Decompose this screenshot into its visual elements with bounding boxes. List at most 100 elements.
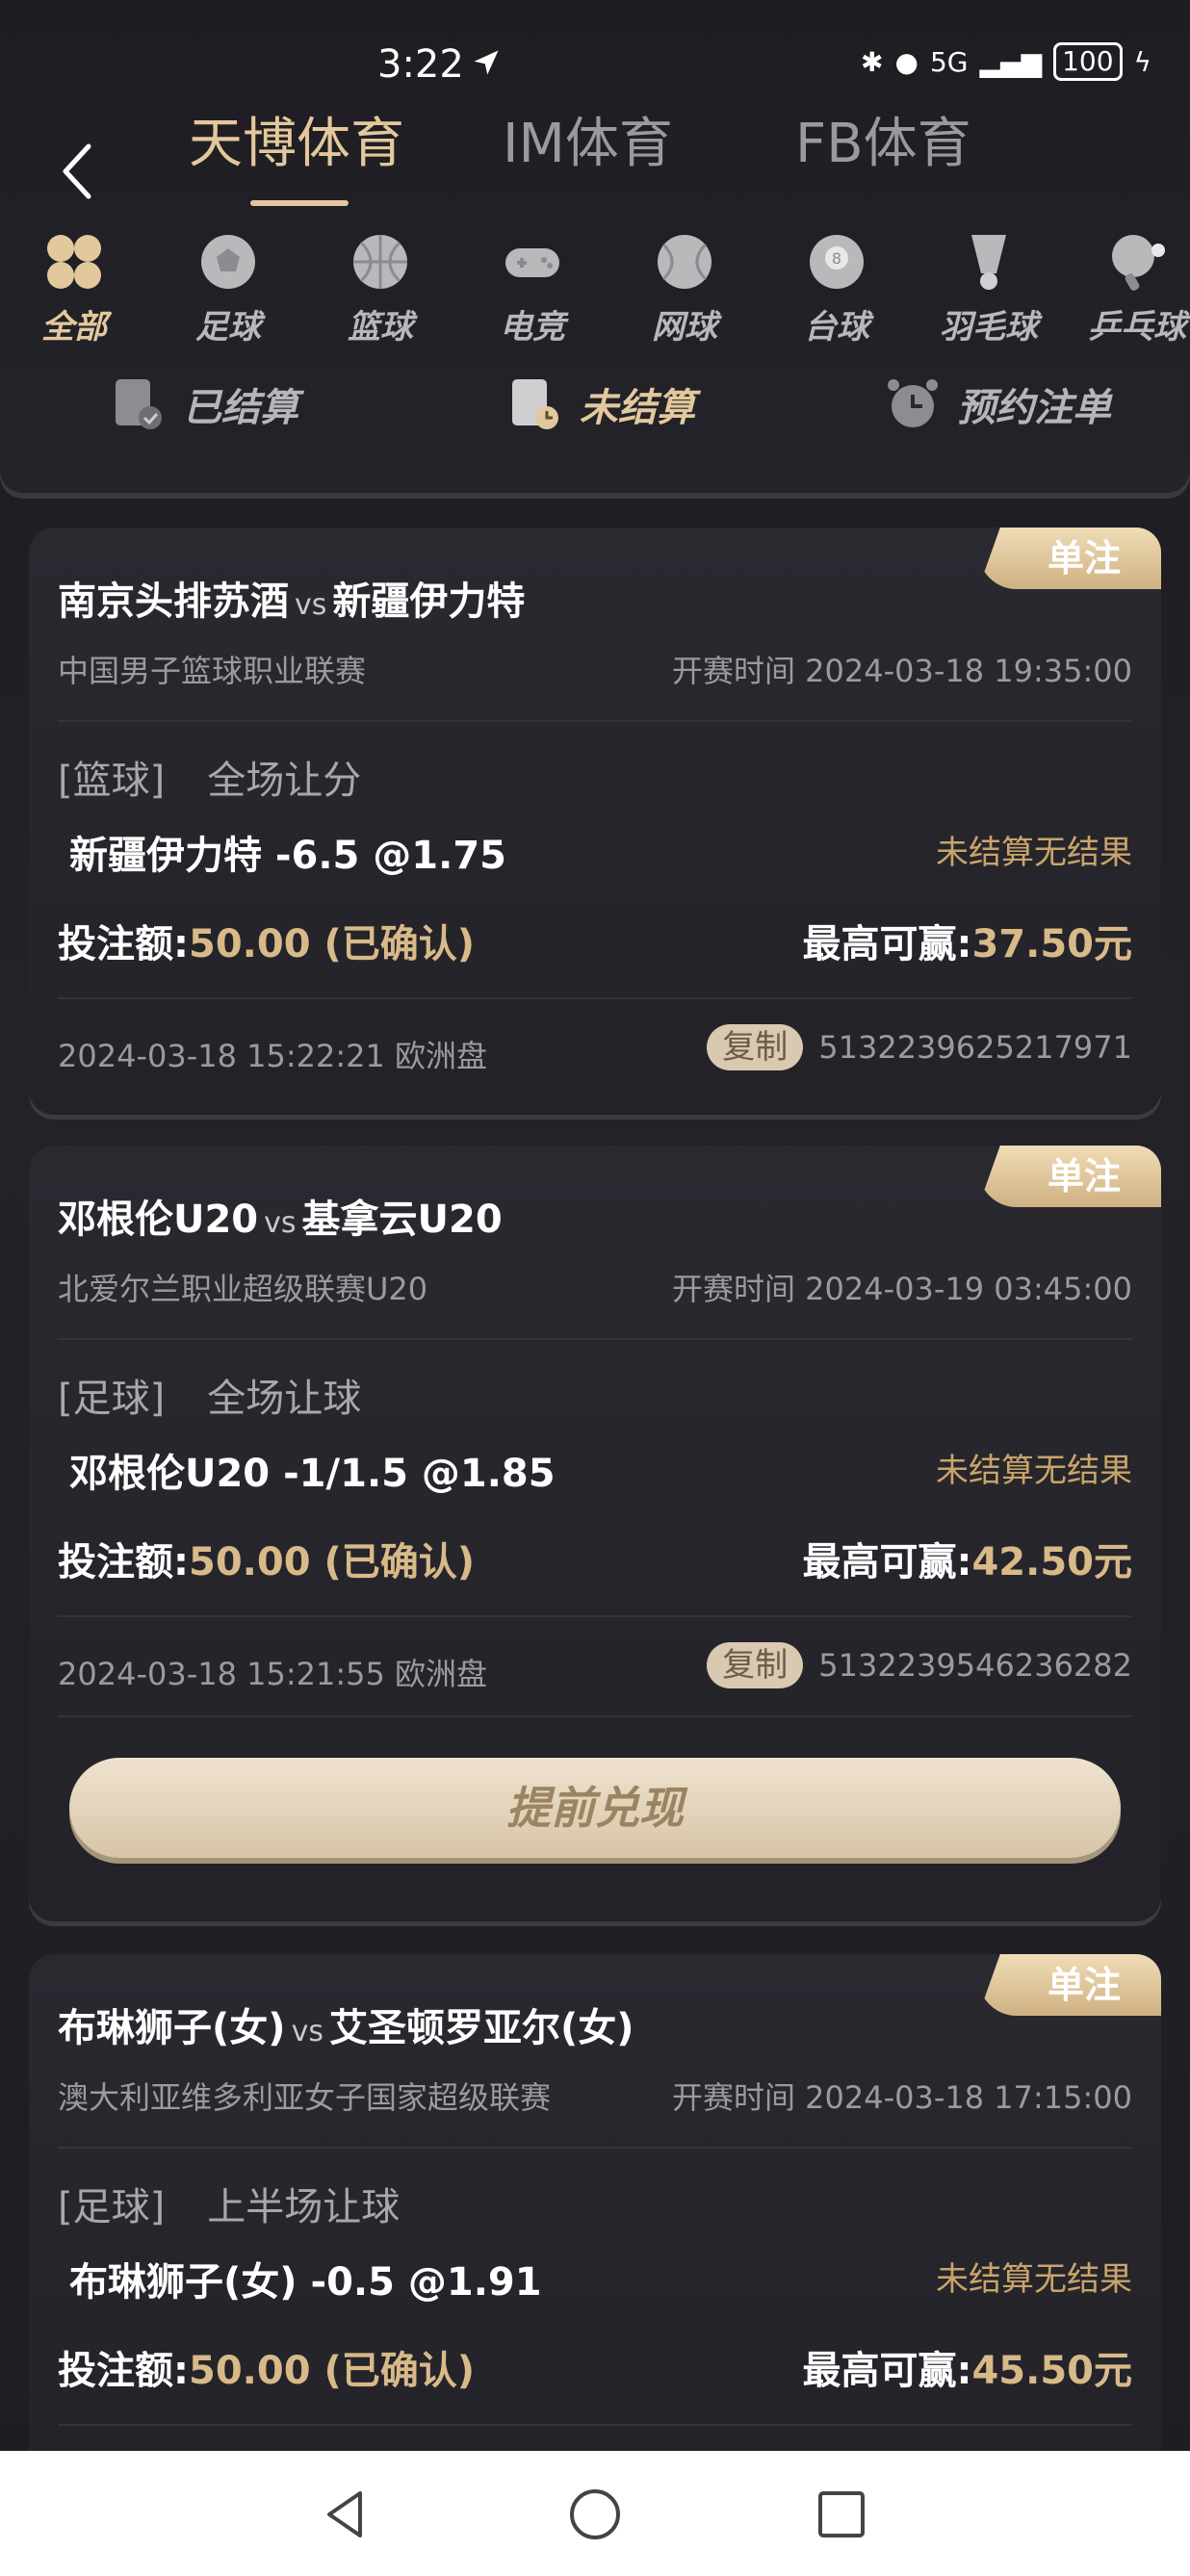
- order-number: 5132239546236282: [818, 1647, 1132, 1684]
- sport-billiards[interactable]: 8 台球: [764, 231, 909, 348]
- stake-value: 50.00 (已确认): [189, 2349, 476, 2393]
- copy-button[interactable]: 复制: [707, 1024, 804, 1070]
- vs-label: vs: [291, 2015, 323, 2048]
- sport-tag: [足球]: [58, 2185, 166, 2229]
- sport-badminton[interactable]: 羽毛球: [917, 231, 1061, 348]
- stake-value: 50.00 (已确认): [189, 1540, 476, 1584]
- stake-label: 投注额:: [58, 922, 189, 966]
- league-name: 澳大利亚维多利亚女子国家超级联赛: [58, 2079, 552, 2116]
- start-time: 开赛时间 2024-03-18 19:35:00: [671, 653, 1132, 689]
- network-label: 5G: [929, 45, 969, 78]
- bet-type: [足球] 上半场让球: [58, 2176, 400, 2231]
- max-win-label: 最高可赢:: [802, 1540, 972, 1584]
- soccer-ball-icon: [201, 235, 255, 289]
- filter-unsettled[interactable]: 未结算: [508, 375, 695, 433]
- settlement-filter-row: 已结算 未结算 预约注单: [0, 375, 1190, 452]
- play-type: 全场让分: [207, 759, 362, 803]
- tennis-ball-icon: [658, 235, 711, 289]
- bet-result: 未结算无结果: [936, 834, 1132, 872]
- signal-icon: ▂▄▆: [979, 45, 1043, 78]
- stake: 投注额:50.00 (已确认): [58, 913, 475, 968]
- stake-label: 投注额:: [58, 2349, 189, 2393]
- sport-all[interactable]: 全部: [2, 231, 146, 348]
- divider: [58, 2424, 1132, 2426]
- bluetooth-icon: ✱: [861, 45, 884, 78]
- max-win: 最高可赢:45.50元: [802, 2339, 1132, 2395]
- max-win-label: 最高可赢:: [802, 922, 972, 966]
- stake: 投注额:50.00 (已确认): [58, 2339, 475, 2395]
- tab-im[interactable]: IM体育: [503, 106, 673, 183]
- bet-card: 单注 布琳狮子(女) vs 艾圣顿罗亚尔(女) 澳大利亚维多利亚女子国家超级联赛 开…: [29, 1954, 1161, 2493]
- sport-basketball[interactable]: 篮球: [308, 231, 453, 348]
- svg-text:8: 8: [832, 249, 841, 268]
- tab-fb[interactable]: FB体育: [795, 106, 971, 183]
- location-arrow-icon: [474, 50, 499, 75]
- sport-label: 足球: [195, 308, 261, 347]
- active-tab-indicator: [250, 200, 349, 206]
- bet-result: 未结算无结果: [936, 1452, 1132, 1490]
- vs-label: vs: [264, 1206, 297, 1240]
- filter-label: 预约注单: [957, 386, 1111, 430]
- status-time: 3:22: [377, 42, 464, 87]
- system-nav-bar: [0, 2451, 1190, 2576]
- single-bet-badge: 单注: [978, 1146, 1161, 1207]
- status-indicators: ✱ ● 5G ▂▄▆ 100 ϟ: [861, 42, 1151, 81]
- cash-out-button[interactable]: 提前兑现: [69, 1758, 1121, 1858]
- filter-reserved[interactable]: 预约注单: [886, 375, 1111, 433]
- max-win: 最高可赢:42.50元: [802, 1531, 1132, 1586]
- filter-label: 已结算: [183, 386, 298, 430]
- sport-soccer[interactable]: 足球: [156, 231, 300, 348]
- divider: [58, 997, 1132, 999]
- sport-label: 篮球: [348, 308, 413, 347]
- divider: [58, 1715, 1132, 1717]
- sport-tennis[interactable]: 网球: [612, 231, 757, 348]
- sport-label: 全部: [41, 308, 107, 347]
- sport-pingpong[interactable]: 乒乓球: [1065, 231, 1190, 348]
- bet-selection: 布琳狮子(女) -0.5 @1.91: [69, 2260, 542, 2305]
- divider: [58, 2147, 1132, 2149]
- bet-card: 单注 邓根伦U20 vs 基拿云U20 北爱尔兰职业超级联赛U20 开赛时间 202…: [29, 1146, 1161, 1921]
- divider: [58, 1615, 1132, 1617]
- play-type: 上半场让球: [207, 2185, 401, 2229]
- filter-settled[interactable]: 已结算: [112, 375, 298, 433]
- location-pin-icon: ●: [894, 45, 918, 78]
- league-name: 北爱尔兰职业超级联赛U20: [58, 1271, 428, 1307]
- away-team: 新疆伊力特: [332, 580, 526, 624]
- alarm-clock-icon: [888, 379, 938, 427]
- nav-home-icon[interactable]: [566, 2486, 624, 2543]
- max-win-value: 37.50元: [971, 922, 1132, 966]
- nav-recents-icon[interactable]: [813, 2486, 870, 2543]
- sport-label: 台球: [804, 308, 869, 347]
- match-title: 布琳狮子(女) vs 艾圣顿罗亚尔(女): [58, 1996, 634, 2052]
- sport-tag: [篮球]: [58, 759, 166, 803]
- league-name: 中国男子篮球职业联赛: [58, 653, 367, 689]
- sport-label: 羽毛球: [940, 308, 1038, 347]
- order-info: 复制 5132239625217971: [707, 1024, 1132, 1070]
- grid-icon: [47, 235, 101, 289]
- play-type: 全场让球: [207, 1377, 362, 1421]
- sport-label: 电竞: [500, 308, 565, 347]
- bet-type: [足球] 全场让球: [58, 1367, 361, 1423]
- sport-label: 乒乓球: [1088, 308, 1186, 347]
- billiard-ball-icon: 8: [810, 235, 864, 289]
- sport-category-row: 全部 足球 篮球 电竞 网球 8 台球 羽毛球 乒乓球: [0, 231, 1190, 347]
- home-team: 南京头排苏酒: [58, 580, 289, 624]
- order-number: 5132239625217971: [818, 1029, 1132, 1066]
- order-info: 复制 5132239546236282: [707, 1642, 1132, 1688]
- sport-tag: [足球]: [58, 1377, 166, 1421]
- bet-time: 2024-03-18 15:22:21 欧洲盘: [58, 1038, 488, 1074]
- start-time: 开赛时间 2024-03-19 03:45:00: [671, 1271, 1132, 1307]
- basketball-icon: [353, 235, 407, 289]
- single-bet-badge: 单注: [978, 1954, 1161, 2016]
- filter-label: 未结算: [580, 386, 695, 430]
- copy-button[interactable]: 复制: [707, 1642, 804, 1688]
- away-team: 艾圣顿罗亚尔(女): [328, 2006, 634, 2050]
- battery-level: 100: [1053, 42, 1123, 81]
- bet-selection: 邓根伦U20 -1/1.5 @1.85: [69, 1452, 556, 1496]
- divider: [58, 720, 1132, 722]
- divider: [58, 1338, 1132, 1340]
- sport-esports[interactable]: 电竞: [460, 231, 605, 348]
- max-win: 最高可赢:37.50元: [802, 913, 1132, 968]
- nav-back-icon[interactable]: [318, 2486, 375, 2543]
- tab-tianbo[interactable]: 天博体育: [189, 106, 404, 183]
